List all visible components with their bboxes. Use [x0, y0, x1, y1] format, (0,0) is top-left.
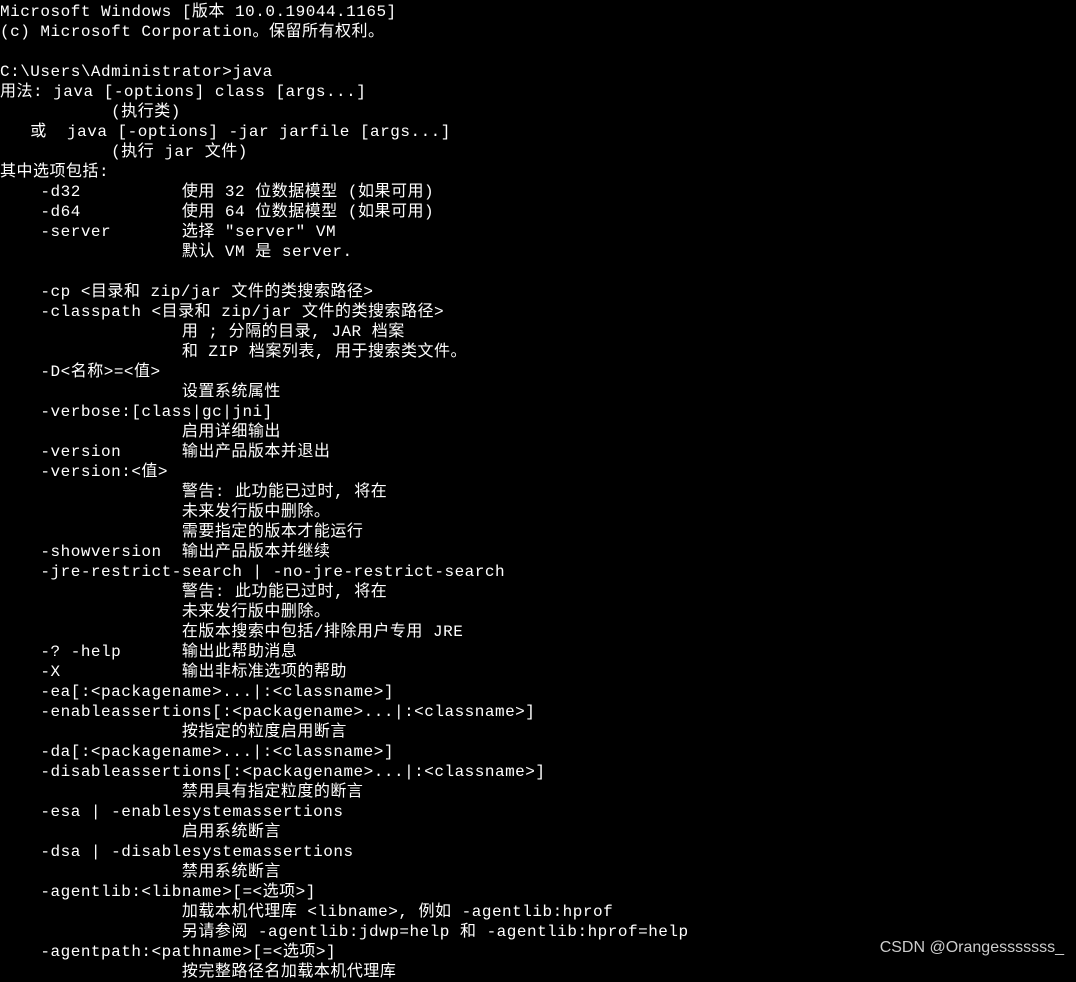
terminal-line: 未来发行版中删除。: [0, 502, 1076, 522]
terminal-line: 未来发行版中删除。: [0, 602, 1076, 622]
terminal-line: 用 ; 分隔的目录, JAR 档案: [0, 322, 1076, 342]
terminal-line: 按完整路径名加载本机代理库: [0, 962, 1076, 982]
terminal-line: (执行类): [0, 102, 1076, 122]
terminal-line: 加载本机代理库 <libname>, 例如 -agentlib:hprof: [0, 902, 1076, 922]
terminal-line: (c) Microsoft Corporation。保留所有权利。: [0, 22, 1076, 42]
terminal-line: -X 输出非标准选项的帮助: [0, 662, 1076, 682]
terminal-line: 和 ZIP 档案列表, 用于搜索类文件。: [0, 342, 1076, 362]
terminal-output[interactable]: Microsoft Windows [版本 10.0.19044.1165](c…: [0, 2, 1076, 982]
terminal-line: -d64 使用 64 位数据模型 (如果可用): [0, 202, 1076, 222]
terminal-line: 禁用具有指定粒度的断言: [0, 782, 1076, 802]
terminal-line: -ea[:<packagename>...|:<classname>]: [0, 682, 1076, 702]
terminal-line: 默认 VM 是 server.: [0, 242, 1076, 262]
terminal-line: -da[:<packagename>...|:<classname>]: [0, 742, 1076, 762]
terminal-line: 启用系统断言: [0, 822, 1076, 842]
terminal-line: 需要指定的版本才能运行: [0, 522, 1076, 542]
terminal-line: -dsa | -disablesystemassertions: [0, 842, 1076, 862]
terminal-line: 启用详细输出: [0, 422, 1076, 442]
terminal-line: -jre-restrict-search | -no-jre-restrict-…: [0, 562, 1076, 582]
terminal-line: -d32 使用 32 位数据模型 (如果可用): [0, 182, 1076, 202]
terminal-line: 其中选项包括:: [0, 162, 1076, 182]
terminal-line: 按指定的粒度启用断言: [0, 722, 1076, 742]
terminal-line: -esa | -enablesystemassertions: [0, 802, 1076, 822]
terminal-line: -version 输出产品版本并退出: [0, 442, 1076, 462]
terminal-line: -disableassertions[:<packagename>...|:<c…: [0, 762, 1076, 782]
terminal-line: 或 java [-options] -jar jarfile [args...]: [0, 122, 1076, 142]
terminal-line: 警告: 此功能已过时, 将在: [0, 482, 1076, 502]
terminal-line: C:\Users\Administrator>java: [0, 62, 1076, 82]
terminal-line: -cp <目录和 zip/jar 文件的类搜索路径>: [0, 282, 1076, 302]
terminal-line: -? -help 输出此帮助消息: [0, 642, 1076, 662]
terminal-line: -server 选择 "server" VM: [0, 222, 1076, 242]
terminal-line: 用法: java [-options] class [args...]: [0, 82, 1076, 102]
terminal-line: -showversion 输出产品版本并继续: [0, 542, 1076, 562]
terminal-line: -version:<值>: [0, 462, 1076, 482]
terminal-line: [0, 262, 1076, 282]
watermark-text: CSDN @Orangesssssss_: [880, 938, 1064, 958]
terminal-line: -verbose:[class|gc|jni]: [0, 402, 1076, 422]
terminal-line: 设置系统属性: [0, 382, 1076, 402]
terminal-line: 在版本搜索中包括/排除用户专用 JRE: [0, 622, 1076, 642]
terminal-line: -D<名称>=<值>: [0, 362, 1076, 382]
terminal-line: [0, 42, 1076, 62]
terminal-line: 警告: 此功能已过时, 将在: [0, 582, 1076, 602]
terminal-line: -classpath <目录和 zip/jar 文件的类搜索路径>: [0, 302, 1076, 322]
terminal-line: -agentlib:<libname>[=<选项>]: [0, 882, 1076, 902]
terminal-line: 禁用系统断言: [0, 862, 1076, 882]
terminal-line: (执行 jar 文件): [0, 142, 1076, 162]
terminal-line: -enableassertions[:<packagename>...|:<cl…: [0, 702, 1076, 722]
terminal-line: Microsoft Windows [版本 10.0.19044.1165]: [0, 2, 1076, 22]
